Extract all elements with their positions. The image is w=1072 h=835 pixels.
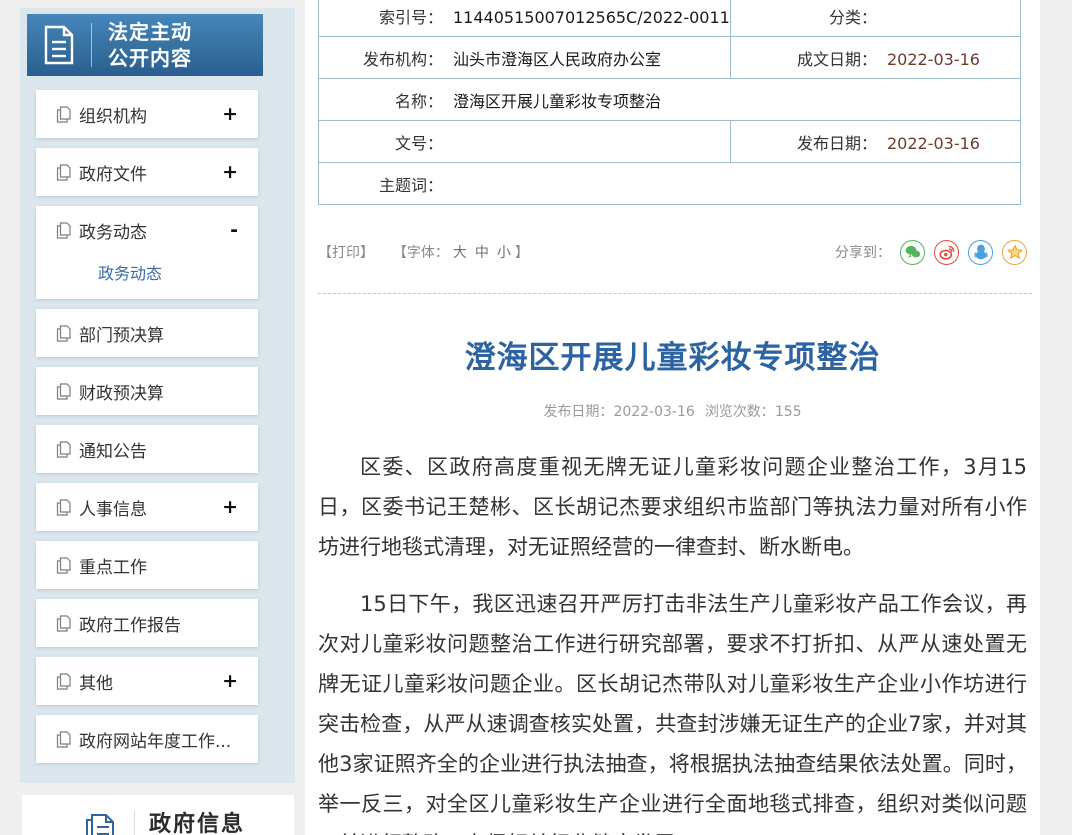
sidebar-item-label: 政府文件: [79, 164, 147, 185]
wechat-share-icon[interactable]: [900, 239, 925, 265]
print-font-controls: 【打印】 【字体：大中小】: [318, 242, 529, 262]
sidebar-item-label: 通知公告: [79, 441, 147, 462]
pub-date-label: 发布日期：: [796, 133, 877, 153]
pub-date-value: 2022-03-16: [887, 133, 980, 153]
gov-info-annual-report-box[interactable]: 政府信息 公开年报: [22, 795, 294, 835]
page-icon: [56, 382, 71, 400]
sidebar-item-label: 政务动态: [79, 222, 147, 243]
qzone-share-icon[interactable]: [1002, 239, 1027, 265]
sidebar-header-title: 法定主动 公开内容: [92, 19, 192, 71]
page-icon: [56, 163, 71, 181]
sidebar-item-label: 人事信息: [79, 499, 147, 520]
view-count-label: 浏览次数：: [704, 404, 775, 420]
page-icon: [56, 498, 71, 516]
article-paragraph: 15日下午，我区迅速召开严厉打击非法生产儿童彩妆产品工作会议，再次对儿童彩妆问题…: [318, 592, 1027, 835]
publisher-label: 发布机构：: [362, 49, 443, 69]
index-label: 索引号：: [378, 7, 443, 27]
publish-date-label: 发布日期：: [543, 404, 614, 420]
annual-report-line1: 政府信息: [149, 812, 246, 835]
doc-no-label: 文号：: [394, 133, 443, 153]
sidebar-item-gov-news: 政务动态 - 政务动态: [36, 206, 258, 299]
article-content-panel: 索引号： 11440515007012565C/2022-00116 分类： 发布…: [305, 0, 1040, 835]
article-paragraph: 区委、区政府高度重视无牌无证儿童彩妆问题企业整治工作，3月15日，区委书记王楚彬…: [318, 455, 1027, 559]
annual-report-title: 政府信息 公开年报: [149, 809, 245, 835]
sidebar-item-personnel[interactable]: 人事信息 +: [36, 483, 258, 531]
sidebar-item-website-annual-work[interactable]: 政府网站年度工作...: [36, 715, 258, 763]
expand-plus-icon[interactable]: +: [216, 103, 238, 125]
page-title: 澄海区开展儿童彩妆专项整治: [464, 340, 881, 376]
view-count-value: 155: [774, 404, 802, 420]
table-row: 名称： 澄海区开展儿童彩妆专项整治: [318, 78, 1021, 121]
sidebar-item-label: 政府工作报告: [79, 615, 181, 636]
expand-plus-icon[interactable]: +: [216, 496, 238, 518]
page-icon: [56, 324, 71, 342]
sidebar-item-notices[interactable]: 通知公告: [36, 425, 258, 473]
sidebar-item-other[interactable]: 其他 +: [36, 657, 258, 705]
print-button[interactable]: 【打印】: [318, 245, 374, 261]
sidebar-header[interactable]: 法定主动 公开内容: [27, 14, 263, 76]
qq-share-icon[interactable]: [968, 239, 993, 265]
share-bar: 分享到：: [835, 239, 1027, 265]
category-label: 分类：: [828, 7, 877, 27]
table-row: 文号： 发布日期： 2022-03-16: [318, 120, 1021, 163]
sidebar-item-label: 重点工作: [79, 557, 147, 578]
sidebar-subitem-gov-news[interactable]: 政务动态: [36, 254, 258, 299]
page-icon: [56, 105, 71, 123]
page-icon: [56, 440, 71, 458]
sidebar-item-label: 组织机构: [79, 106, 147, 127]
sidebar-item-finance-budget[interactable]: 财政预决算: [36, 367, 258, 415]
sidebar-item-key-work[interactable]: 重点工作: [36, 541, 258, 589]
expand-plus-icon[interactable]: +: [216, 670, 238, 692]
sidebar-item-dept-budget[interactable]: 部门预决算: [36, 309, 258, 357]
font-size-prefix: 【字体：: [392, 245, 449, 261]
font-size-suffix: 】: [514, 245, 529, 261]
name-label: 名称：: [394, 91, 443, 111]
document-icon: [27, 25, 91, 65]
share-label: 分享到：: [835, 245, 891, 261]
name-value: 澄海区开展儿童彩妆专项整治: [453, 91, 662, 111]
article-body: 区委、区政府高度重视无牌无证儿童彩妆问题企业整治工作，3月15日，区委书记王楚彬…: [318, 447, 1027, 835]
sidebar-item-label: 财政预决算: [79, 383, 164, 404]
article-meta: 发布日期：2022-03-16 浏览次数：155: [305, 401, 1040, 421]
header-title-line2: 公开内容: [108, 46, 192, 70]
sidebar-item-gov-documents[interactable]: 政府文件 +: [36, 148, 258, 196]
page-icon: [56, 556, 71, 574]
page-icon: [56, 221, 71, 239]
documents-icon: [80, 809, 122, 835]
sidebar: 法定主动 公开内容 组织机构 + 政府文件 + 政务动态 - 政务动态 部门预决…: [20, 8, 295, 783]
header-title-line1: 法定主动: [108, 20, 192, 44]
publish-date-value: 2022-03-16: [613, 404, 695, 420]
table-row: 发布机构： 汕头市澄海区人民政府办公室 成文日期： 2022-03-16: [318, 36, 1021, 79]
font-size-small-button[interactable]: 小: [497, 245, 511, 261]
keywords-label: 主题词：: [378, 175, 443, 195]
sidebar-item-work-report[interactable]: 政府工作报告: [36, 599, 258, 647]
document-info-table: 索引号： 11440515007012565C/2022-00116 分类： 发布…: [318, 0, 1021, 205]
dashed-divider: [318, 293, 1032, 294]
write-date-value: 2022-03-16: [887, 49, 980, 69]
expand-plus-icon[interactable]: +: [216, 161, 238, 183]
font-size-large-button[interactable]: 大: [453, 245, 467, 261]
annual-box-divider: [134, 811, 135, 835]
article-toolbar: 【打印】 【字体：大中小】 分享到：: [318, 239, 1027, 265]
sidebar-item-label: 政府网站年度工作...: [79, 731, 232, 752]
publisher-value: 汕头市澄海区人民政府办公室: [453, 49, 662, 69]
sidebar-item-label: 部门预决算: [79, 325, 164, 346]
sidebar-item-gov-news-row[interactable]: 政务动态 -: [36, 206, 258, 254]
page-icon: [56, 730, 71, 748]
collapse-minus-icon[interactable]: -: [224, 219, 238, 241]
weibo-share-icon[interactable]: [934, 239, 959, 265]
write-date-label: 成文日期：: [796, 49, 877, 69]
sidebar-item-organization[interactable]: 组织机构 +: [36, 90, 258, 138]
table-row: 索引号： 11440515007012565C/2022-00116 分类：: [318, 0, 1021, 37]
sidebar-item-label: 其他: [79, 673, 113, 694]
page-icon: [56, 614, 71, 632]
index-value: 11440515007012565C/2022-00116: [453, 7, 731, 27]
font-size-medium-button[interactable]: 中: [475, 245, 489, 261]
page-icon: [56, 672, 71, 690]
table-row: 主题词：: [318, 162, 1021, 205]
